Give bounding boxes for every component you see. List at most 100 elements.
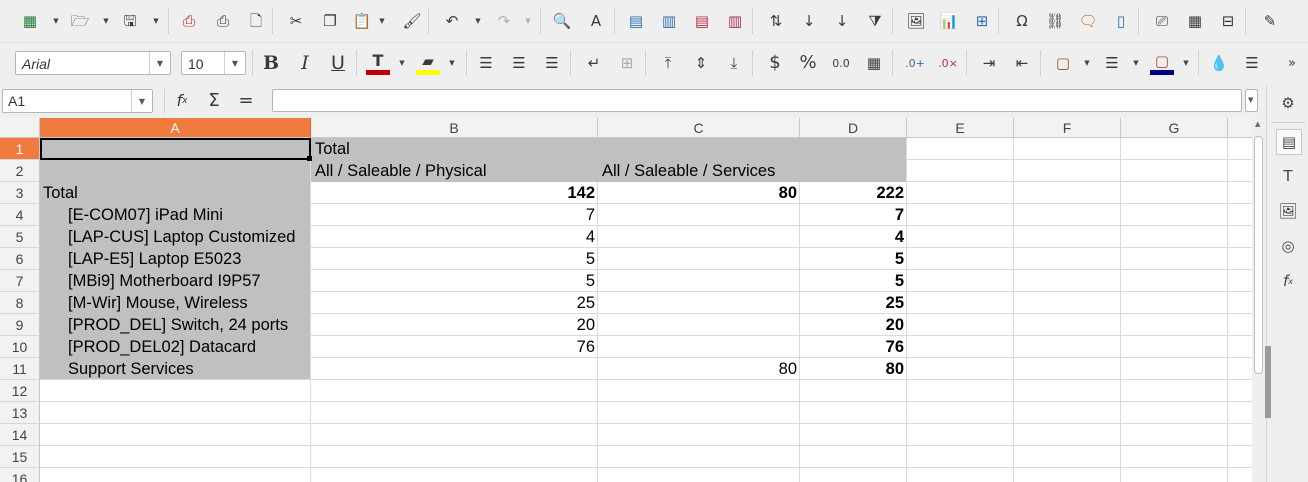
chevron-down-icon[interactable]: ▼	[448, 51, 456, 75]
select-all-corner[interactable]	[0, 118, 40, 138]
row-header-13[interactable]: 13	[0, 402, 40, 424]
conditional-format-icon[interactable]: 💧	[1207, 51, 1231, 75]
cell-a10[interactable]: [PROD_DEL02] Datacard	[68, 336, 308, 358]
cell-d7[interactable]: 5	[800, 270, 907, 292]
cell-d10[interactable]: 76	[800, 336, 907, 358]
percent-format-button[interactable]: %	[796, 51, 820, 75]
column-header-e[interactable]: E	[907, 118, 1014, 138]
print-icon[interactable]: ⎙	[211, 9, 235, 33]
align-center-icon[interactable]: ☰	[507, 51, 531, 75]
number-format-button[interactable]: 0.0	[829, 51, 853, 75]
chevron-down-icon[interactable]: ▼	[52, 9, 60, 33]
sort-descending-icon[interactable]: ↓	[830, 9, 854, 33]
cell-b10[interactable]: 76	[311, 336, 598, 358]
chevron-down-icon[interactable]: ▼	[224, 52, 245, 74]
cell-a9[interactable]: [PROD_DEL] Switch, 24 ports	[68, 314, 308, 336]
chevron-down-icon[interactable]: ▼	[474, 9, 482, 33]
styles-icon[interactable]: T	[1276, 164, 1300, 188]
cell-d4[interactable]: 7	[800, 204, 907, 226]
cell-c5[interactable]	[598, 226, 800, 248]
cell-d6[interactable]: 5	[800, 248, 907, 270]
increase-indent-icon[interactable]: ⇥	[977, 51, 1001, 75]
column-icon[interactable]: ▥	[657, 9, 681, 33]
cell-b8[interactable]: 25	[311, 292, 598, 314]
cell-a4[interactable]: [E-COM07] iPad Mini	[68, 204, 308, 226]
cell-b5[interactable]: 4	[311, 226, 598, 248]
cell-b6[interactable]: 5	[311, 248, 598, 270]
print-preview-icon[interactable]: 🗋	[244, 9, 268, 33]
gallery-icon[interactable]: 🖼	[1276, 199, 1300, 223]
sum-button[interactable]: Σ	[202, 89, 226, 113]
row-icon[interactable]: ▤	[624, 9, 648, 33]
cell-b7[interactable]: 5	[311, 270, 598, 292]
row-header-7[interactable]: 7	[0, 270, 40, 292]
cell-d8[interactable]: 25	[800, 292, 907, 314]
font-name-box[interactable]: Arial ▼	[15, 51, 171, 75]
row-header-1[interactable]: 1	[0, 138, 40, 160]
comment-icon[interactable]: 🗨	[1076, 9, 1100, 33]
column-header-b[interactable]: B	[311, 118, 598, 138]
row-header-2[interactable]: 2	[0, 160, 40, 182]
cell-a3[interactable]: Total	[43, 182, 308, 204]
special-character-icon[interactable]: Ω	[1010, 9, 1034, 33]
row-header-3[interactable]: 3	[0, 182, 40, 204]
cell-a5[interactable]: [LAP-CUS] Laptop Customized	[68, 226, 308, 248]
cell-c10[interactable]	[598, 336, 800, 358]
merge-cells-icon[interactable]: ⊞	[615, 51, 639, 75]
chevron-down-icon[interactable]: ▼	[398, 51, 406, 75]
cell-a6[interactable]: [LAP-E5] Laptop E5023	[68, 248, 308, 270]
cell-b4[interactable]: 7	[311, 204, 598, 226]
column-header-d[interactable]: D	[800, 118, 907, 138]
save-icon[interactable]: 🖫	[118, 9, 142, 33]
insert-chart-icon[interactable]: 📊	[937, 9, 961, 33]
sort-icon[interactable]: ⇅	[764, 9, 788, 33]
chevron-down-icon[interactable]: ▼	[152, 9, 160, 33]
row-header-10[interactable]: 10	[0, 336, 40, 358]
column-header-g[interactable]: G	[1121, 118, 1228, 138]
center-vertically-icon[interactable]: ⇕	[689, 51, 713, 75]
italic-button[interactable]: I	[293, 51, 317, 75]
pivot-table-icon[interactable]: ⊞	[970, 9, 994, 33]
align-top-icon[interactable]: ⤒	[656, 51, 680, 75]
chevron-down-icon[interactable]: ▼	[149, 52, 170, 74]
cut-icon[interactable]: ✂	[284, 9, 308, 33]
find-replace-icon[interactable]: 🔍	[550, 9, 574, 33]
styles-list-icon[interactable]: ☰	[1240, 51, 1264, 75]
row-header-11[interactable]: 11	[0, 358, 40, 380]
insert-image-icon[interactable]: 🖼	[904, 9, 928, 33]
decrease-indent-icon[interactable]: ⇤	[1010, 51, 1034, 75]
undo-icon[interactable]: ↶	[440, 9, 464, 33]
cell-b1[interactable]: Total	[313, 138, 593, 160]
row-header-8[interactable]: 8	[0, 292, 40, 314]
more-options-icon[interactable]: »	[1280, 51, 1304, 75]
cell-c6[interactable]	[598, 248, 800, 270]
open-icon[interactable]: 🗁	[68, 9, 92, 33]
chevron-down-icon[interactable]: ▼	[378, 9, 386, 33]
cell-c11[interactable]: 80	[598, 358, 800, 380]
cell-a11[interactable]: Support Services	[68, 358, 308, 380]
chevron-down-icon[interactable]: ▼	[1132, 51, 1140, 75]
column-header-f[interactable]: F	[1014, 118, 1121, 138]
date-format-icon[interactable]: ▦	[862, 51, 886, 75]
cell-c4[interactable]	[598, 204, 800, 226]
cell-c7[interactable]	[598, 270, 800, 292]
properties-icon[interactable]: ⚙	[1276, 91, 1300, 115]
define-print-area-icon[interactable]: ⎚	[1150, 9, 1174, 33]
scrollbar-thumb[interactable]	[1254, 136, 1263, 374]
column-header-c[interactable]: C	[598, 118, 800, 138]
cell-c8[interactable]	[598, 292, 800, 314]
function-wizard-button[interactable]: fx	[170, 89, 194, 113]
functions-icon[interactable]: fx	[1276, 269, 1300, 293]
delete-row-icon[interactable]: ▤	[690, 9, 714, 33]
page-icon[interactable]: ▤	[1276, 129, 1302, 155]
bold-button[interactable]: B	[259, 51, 283, 75]
split-window-icon[interactable]: ⊟	[1216, 9, 1240, 33]
cell-d3[interactable]: 222	[800, 182, 907, 204]
sidebar-collapse-handle[interactable]	[1265, 346, 1271, 418]
cell-a7[interactable]: [MBi9] Motherboard I9P57	[68, 270, 308, 292]
row-header-9[interactable]: 9	[0, 314, 40, 336]
row-header-6[interactable]: 6	[0, 248, 40, 270]
chevron-down-icon[interactable]: ▼	[524, 9, 532, 33]
copy-icon[interactable]: ❐	[318, 9, 342, 33]
export-pdf-icon[interactable]: ⎙	[177, 9, 201, 33]
